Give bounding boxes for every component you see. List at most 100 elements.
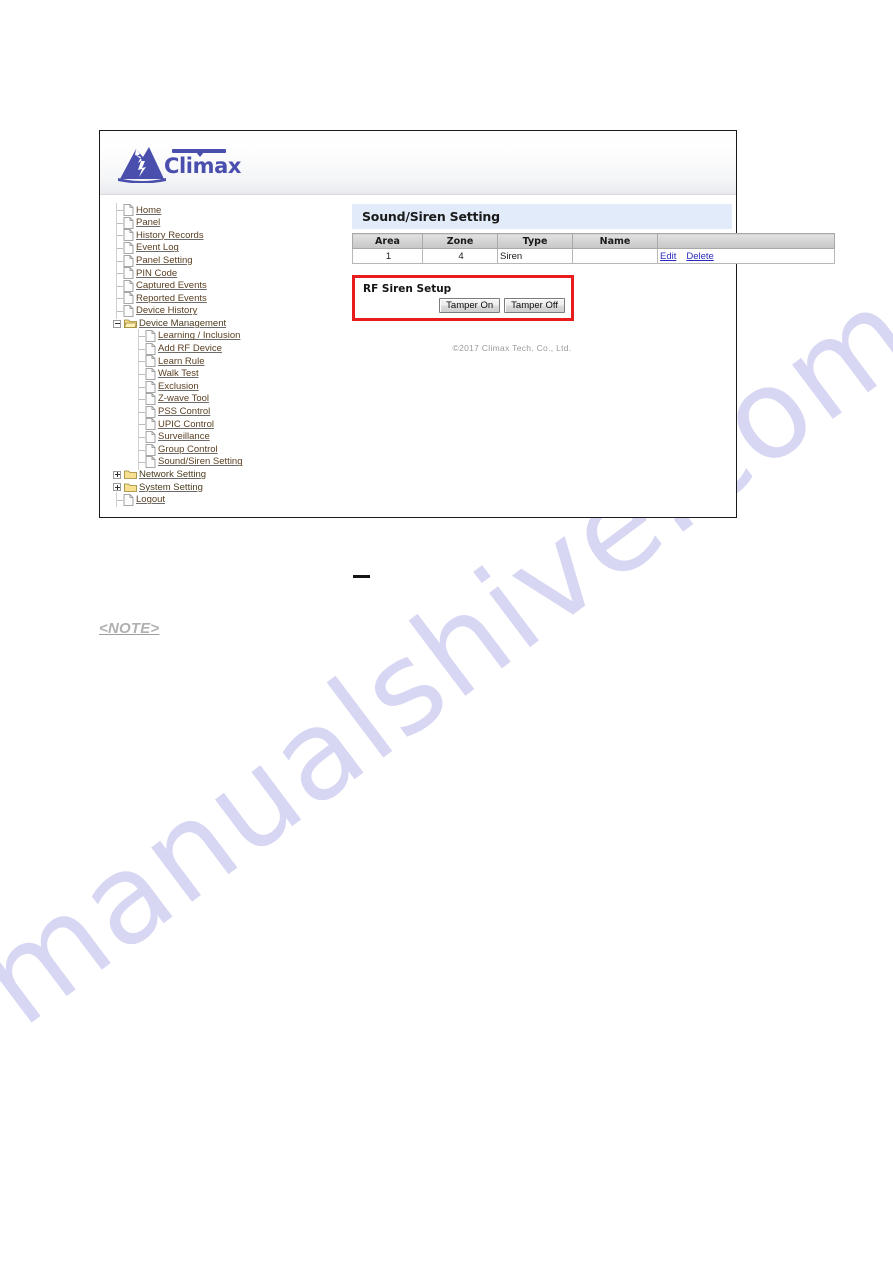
sidebar-item-panel-setting[interactable]: Panel Setting [106, 253, 350, 269]
sidebar-item-label[interactable]: Reported Events [136, 294, 207, 304]
page-icon [145, 380, 156, 393]
sidebar-item-label[interactable]: PSS Control [158, 407, 210, 417]
column-header-area: Area [352, 233, 423, 249]
sidebar-item-label[interactable]: UPIC Control [158, 420, 214, 430]
page-icon [123, 292, 134, 305]
tree-connector [134, 353, 145, 369]
page-icon [145, 431, 156, 443]
sidebar-item-label[interactable]: Surveillance [158, 432, 210, 442]
device-table: Area Zone Type Name 1 4 Siren Edit Delet… [352, 233, 835, 264]
tree-connector [112, 278, 123, 294]
sidebar-item-pin-code[interactable]: PIN Code [106, 265, 350, 281]
sidebar-item-label[interactable]: Learn Rule [158, 357, 204, 367]
main-content: Sound/Siren Setting Area Zone Type Name [352, 195, 835, 517]
tree-connector [134, 454, 145, 470]
sidebar-item-label[interactable]: Home [136, 206, 161, 216]
sidebar-item-add-rf-device[interactable]: Add RF Device [106, 341, 350, 357]
sidebar-item-home[interactable]: Home [106, 202, 350, 218]
page-icon [145, 456, 156, 469]
sidebar-item-device-management[interactable]: Device Management [106, 317, 350, 330]
page-icon [123, 254, 134, 267]
sidebar-item-label[interactable]: Walk Test [158, 369, 199, 379]
tree-connector [134, 442, 145, 458]
page-icon [145, 368, 156, 380]
page-icon [145, 355, 156, 368]
tree-connector [134, 416, 145, 432]
page-icon [123, 267, 134, 280]
sidebar-item-label[interactable]: Learning / Inclusion [158, 331, 240, 341]
sidebar-item-captured-events[interactable]: Captured Events [106, 278, 350, 294]
tree-connector [134, 429, 145, 445]
page-title: Sound/Siren Setting [352, 204, 732, 229]
sidebar-item-label[interactable]: Sound/Siren Setting [158, 457, 243, 467]
sidebar-item-z-wave-tool[interactable]: Z-wave Tool [106, 391, 350, 407]
cell-actions: Edit Delete [657, 248, 835, 264]
expand-plus-icon[interactable] [112, 482, 123, 493]
sidebar-item-surveillance[interactable]: Surveillance [106, 429, 350, 445]
tree-connector [134, 341, 145, 357]
tree-connector [112, 265, 123, 281]
sidebar-item-label[interactable]: Panel [136, 218, 160, 228]
tree-connector [112, 240, 123, 256]
edit-link[interactable]: Edit [660, 251, 676, 262]
sidebar-item-learning-inclusion[interactable]: Learning / Inclusion [106, 328, 350, 344]
tree-connector [112, 253, 123, 269]
climax-logo: Climax [116, 140, 242, 186]
sidebar-item-upic-control[interactable]: UPIC Control [106, 416, 350, 432]
sidebar-item-panel[interactable]: Panel [106, 215, 350, 231]
page-icon [145, 330, 156, 343]
sidebar-item-label[interactable]: Logout [136, 495, 165, 505]
sidebar-item-pss-control[interactable]: PSS Control [106, 404, 350, 420]
note-label: <NOTE> [99, 620, 160, 637]
sidebar-item-label[interactable]: Device History [136, 306, 197, 316]
copyright-text: ©2017 Climax Tech. Co., Ltd. [452, 343, 572, 353]
sidebar-item-label[interactable]: Panel Setting [136, 256, 193, 266]
page-icon [145, 443, 156, 456]
page-icon [123, 204, 134, 217]
collapse-minus-icon[interactable] [112, 318, 123, 329]
sidebar-item-label[interactable]: System Setting [139, 483, 203, 493]
climax-mountain-logo-icon [116, 143, 168, 184]
sidebar-item-history-records[interactable]: History Records [106, 227, 350, 243]
sidebar-item-group-control[interactable]: Group Control [106, 442, 350, 458]
column-header-name: Name [572, 233, 658, 249]
sidebar-item-label[interactable]: Network Setting [139, 470, 206, 480]
sidebar-item-label[interactable]: Group Control [158, 445, 218, 455]
page-title-text: Sound/Siren Setting [362, 209, 500, 224]
tree-connector [112, 303, 123, 319]
tree-connector [134, 379, 145, 395]
sidebar-item-reported-events[interactable]: Reported Events [106, 290, 350, 306]
expand-plus-icon[interactable] [112, 469, 123, 480]
sidebar-item-network-setting[interactable]: Network Setting [106, 468, 350, 481]
table-header-row: Area Zone Type Name [352, 233, 835, 249]
sidebar-item-label[interactable]: Captured Events [136, 281, 207, 291]
page-icon [123, 229, 134, 242]
tamper-off-button[interactable]: Tamper Off [504, 297, 565, 313]
tree-connector [134, 366, 145, 382]
sidebar-item-event-log[interactable]: Event Log [106, 240, 350, 256]
sidebar-item-label[interactable]: History Records [136, 231, 204, 241]
sidebar-item-exclusion[interactable]: Exclusion [106, 379, 350, 395]
sidebar-item-label[interactable]: Device Management [139, 319, 226, 329]
delete-link[interactable]: Delete [686, 251, 713, 262]
sidebar-item-label[interactable]: PIN Code [136, 269, 177, 279]
sidebar-item-label[interactable]: Exclusion [158, 382, 199, 392]
folder-closed-icon [124, 482, 137, 493]
page-icon [123, 242, 134, 254]
sidebar-item-learn-rule[interactable]: Learn Rule [106, 353, 350, 369]
sidebar-item-system-setting[interactable]: System Setting [106, 481, 350, 494]
page-icon [145, 405, 156, 418]
folder-closed-icon [124, 469, 137, 480]
page-icon [123, 494, 134, 506]
tamper-on-button[interactable]: Tamper On [439, 297, 501, 313]
sidebar-item-sound-siren-setting[interactable]: Sound/Siren Setting [106, 454, 350, 470]
sidebar-item-walk-test[interactable]: Walk Test [106, 366, 350, 382]
sidebar-item-label[interactable]: Add RF Device [158, 344, 222, 354]
page-icon [123, 216, 134, 229]
sidebar-item-label[interactable]: Event Log [136, 243, 179, 253]
sidebar-item-logout[interactable]: Logout [106, 492, 350, 508]
sidebar-item-label[interactable]: Z-wave Tool [158, 394, 209, 404]
page-icon [145, 418, 156, 431]
sidebar-item-device-history[interactable]: Device History [106, 303, 350, 319]
tree-connector [112, 202, 123, 218]
